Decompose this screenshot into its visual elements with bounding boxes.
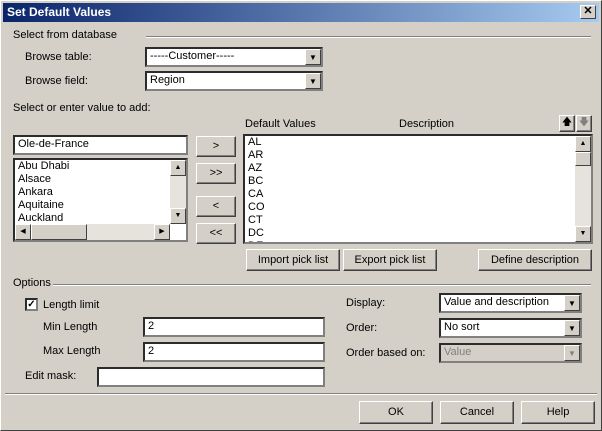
group-divider: [146, 36, 591, 38]
chevron-down-icon[interactable]: ▼: [564, 295, 580, 311]
list-item[interactable]: Alsace: [15, 173, 186, 186]
browse-table-select[interactable]: -----Customer----- ▼: [145, 47, 323, 67]
select-or-enter-label: Select or enter value to add:: [13, 102, 151, 114]
add-one-button[interactable]: >: [196, 136, 236, 157]
list-item[interactable]: Abu Dhabi: [15, 160, 186, 173]
remove-all-button[interactable]: <<: [196, 223, 236, 244]
footer-divider: [5, 393, 597, 395]
browse-field-select[interactable]: Region ▼: [145, 71, 323, 91]
order-label: Order:: [346, 322, 378, 334]
move-down-icon[interactable]: 🡇: [576, 115, 592, 132]
order-based-on-value: Value: [444, 346, 472, 358]
list-item[interactable]: CT: [245, 214, 591, 227]
list-item[interactable]: DC: [245, 227, 591, 240]
min-length-label: Min Length: [43, 321, 98, 333]
export-pick-list-button[interactable]: Export pick list: [343, 249, 437, 271]
max-length-label: Max Length: [43, 345, 101, 357]
edit-mask-label: Edit mask:: [25, 370, 77, 382]
list-item[interactable]: AL: [245, 136, 591, 149]
min-length-value: 2: [148, 320, 155, 332]
chevron-down-icon[interactable]: ▼: [564, 345, 580, 361]
remove-one-button[interactable]: <: [196, 196, 236, 217]
list-item[interactable]: CA: [245, 188, 591, 201]
order-based-on-select[interactable]: Value ▼: [439, 343, 582, 363]
browse-table-label: Browse table:: [25, 51, 92, 63]
order-select[interactable]: No sort ▼: [439, 318, 582, 338]
default-values-list[interactable]: ALARAZBCCACOCTDCDE ▲ ▼: [243, 134, 593, 244]
source-hscroll[interactable]: ◀ ▶: [15, 224, 170, 240]
add-all-button[interactable]: >>: [196, 163, 236, 184]
display-value: Value and description: [444, 296, 549, 308]
length-limit-checkbox[interactable]: ✓: [25, 298, 38, 311]
scroll-thumb[interactable]: [575, 152, 591, 166]
list-item[interactable]: BC: [245, 175, 591, 188]
source-vscroll[interactable]: ▲ ▼: [170, 160, 186, 224]
value-input-text: Ole-de-France: [18, 138, 89, 150]
default-values-header: Default Values: [245, 118, 316, 130]
set-default-values-dialog: Set Default Values ✕ Select from databas…: [0, 0, 602, 431]
scroll-thumb[interactable]: [31, 224, 87, 240]
scroll-down-icon[interactable]: ▼: [575, 226, 591, 242]
scroll-right-icon[interactable]: ▶: [154, 224, 170, 240]
length-limit-label: Length limit: [43, 299, 100, 311]
list-item[interactable]: AZ: [245, 162, 591, 175]
value-input[interactable]: Ole-de-France: [13, 135, 188, 155]
help-button[interactable]: Help: [521, 401, 595, 424]
display-select[interactable]: Value and description ▼: [439, 293, 582, 313]
dialog-title: Set Default Values: [7, 5, 112, 19]
max-length-field[interactable]: 2: [143, 342, 325, 362]
source-value-list[interactable]: Abu Dhabi Alsace Ankara Aquitaine Auckland ▲…: [13, 158, 188, 242]
default-items: ALARAZBCCACOCTDCDE: [245, 136, 591, 242]
close-icon[interactable]: ✕: [580, 5, 596, 19]
options-label: Options: [13, 277, 51, 289]
source-items: Abu Dhabi Alsace Ankara Aquitaine Auckland: [15, 160, 186, 225]
list-item[interactable]: DE: [245, 240, 591, 242]
group-divider: [53, 284, 591, 286]
list-item[interactable]: AR: [245, 149, 591, 162]
list-item[interactable]: Aquitaine: [15, 199, 186, 212]
order-based-on-label: Order based on:: [346, 347, 426, 359]
ok-button[interactable]: OK: [359, 401, 433, 424]
description-header: Description: [399, 118, 455, 130]
chevron-down-icon[interactable]: ▼: [305, 49, 321, 65]
browse-field-label: Browse field:: [25, 75, 88, 87]
max-length-value: 2: [148, 345, 155, 357]
title-bar: Set Default Values ✕: [3, 3, 599, 22]
browse-table-value: -----Customer-----: [150, 50, 235, 62]
defaults-vscroll[interactable]: ▲ ▼: [575, 136, 591, 242]
list-item[interactable]: Ankara: [15, 186, 186, 199]
min-length-field[interactable]: 2: [143, 317, 325, 337]
scroll-up-icon[interactable]: ▲: [170, 160, 186, 176]
check-icon: ✓: [27, 299, 36, 310]
display-label: Display:: [346, 297, 386, 309]
chevron-down-icon[interactable]: ▼: [305, 73, 321, 89]
import-pick-list-button[interactable]: Import pick list: [246, 249, 340, 271]
cancel-button[interactable]: Cancel: [440, 401, 514, 424]
move-up-icon[interactable]: 🡅: [559, 115, 575, 132]
edit-mask-field[interactable]: [97, 367, 325, 387]
chevron-down-icon[interactable]: ▼: [564, 320, 580, 336]
scroll-up-icon[interactable]: ▲: [575, 136, 591, 152]
select-from-database-label: Select from database: [13, 29, 117, 41]
scroll-left-icon[interactable]: ◀: [15, 224, 31, 240]
list-item[interactable]: CO: [245, 201, 591, 214]
define-description-button[interactable]: Define description: [478, 249, 592, 271]
order-value: No sort: [444, 321, 480, 333]
browse-field-value: Region: [150, 74, 185, 86]
scroll-down-icon[interactable]: ▼: [170, 208, 186, 224]
